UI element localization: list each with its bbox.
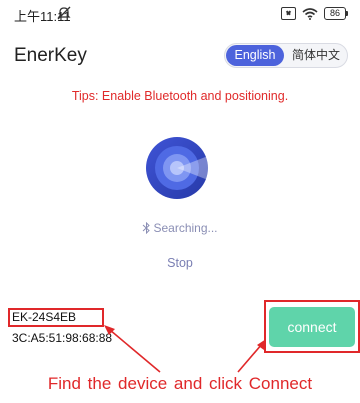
mute-icon	[57, 6, 71, 20]
status-icons: 86	[281, 5, 348, 21]
instruction-text: Find the device and click Connect	[47, 374, 313, 393]
battery-level: 86	[324, 6, 346, 20]
app-title: EnerKey	[14, 45, 87, 66]
tips-text: Tips: Enable Bluetooth and positioning.	[71, 89, 289, 103]
searching-status: Searching...	[0, 221, 360, 237]
connect-button[interactable]: connect	[269, 307, 355, 347]
bluetooth-icon	[143, 222, 151, 234]
searching-text: Searching...	[153, 221, 218, 235]
sim-icon	[281, 6, 296, 20]
language-english-option[interactable]: English	[226, 45, 284, 66]
device-name: EK-24S4EB	[12, 310, 77, 324]
device-mac: 3C:A5:51:98:68:88	[12, 331, 113, 345]
scan-radar-icon	[146, 137, 209, 199]
language-toggle[interactable]: English 简体中文	[224, 43, 348, 68]
language-chinese-option[interactable]: 简体中文	[287, 45, 345, 66]
stop-button[interactable]: Stop	[160, 256, 200, 276]
status-bar: 上午11:11 86	[0, 0, 360, 28]
battery-icon: 86	[324, 6, 348, 20]
wifi-icon	[302, 7, 318, 20]
device-list-item[interactable]: EK-24S4EB 3C:A5:51:98:68:88	[8, 308, 158, 348]
